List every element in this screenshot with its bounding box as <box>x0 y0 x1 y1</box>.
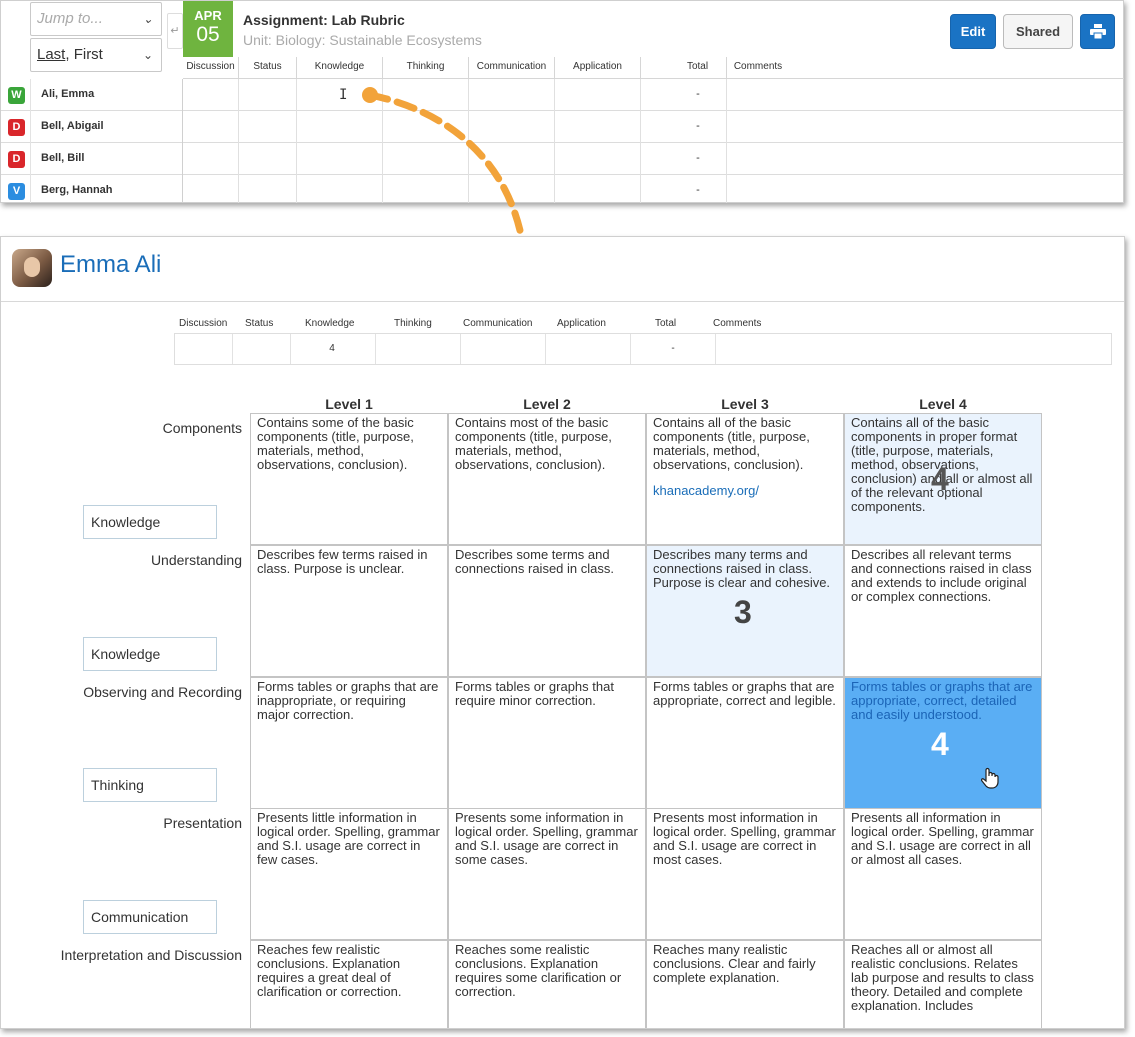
column-header: Thinking <box>394 318 432 329</box>
rubric-cell[interactable]: Describes all relevant terms and connect… <box>844 545 1042 677</box>
student-name[interactable]: Berg, Hannah <box>41 184 113 196</box>
column-header: Communication <box>463 318 533 329</box>
rubric-cell[interactable]: Reaches many realistic conclusions. Clea… <box>646 940 844 1028</box>
rubric-cell[interactable]: Reaches some realistic conclusions. Expl… <box>448 940 646 1028</box>
rubric-cell[interactable]: Reaches few realistic conclusions. Expla… <box>250 940 448 1028</box>
column-header[interactable]: Communication <box>469 57 555 79</box>
category-select[interactable]: Thinking <box>83 768 217 802</box>
score-overlay: 3 <box>734 594 752 630</box>
shared-button[interactable]: Shared <box>1003 14 1073 49</box>
column-header: Status <box>245 318 274 329</box>
level-header: Level 2 <box>523 396 571 412</box>
status-badge: D <box>8 119 25 136</box>
student-row[interactable]: D Bell, Bill - <box>1 143 1123 175</box>
column-header[interactable]: Total <box>669 57 727 79</box>
student-row[interactable]: W Ali, Emma - <box>1 79 1123 111</box>
status-badge: W <box>8 87 25 104</box>
enter-icon[interactable]: ↵ <box>167 13 183 49</box>
student-name[interactable]: Bell, Abigail <box>41 120 104 132</box>
column-header[interactable]: Status <box>239 57 297 79</box>
score-overlay: 4 <box>931 461 949 497</box>
sort-label-last: Last <box>37 46 66 63</box>
date-month: APR <box>194 8 222 23</box>
category-select[interactable]: Knowledge <box>83 505 217 539</box>
sort-label-first: , First <box>65 46 103 63</box>
score-overlay: 4 <box>931 726 949 762</box>
date-day: 05 <box>196 23 220 46</box>
student-name-heading: Emma Ali <box>60 251 162 278</box>
student-name-cell[interactable]: W Ali, Emma <box>1 79 183 111</box>
rubric-cell[interactable]: Forms tables or graphs that are appropri… <box>646 677 844 809</box>
total-cell: - <box>696 88 700 100</box>
student-name-cell[interactable]: V Berg, Hannah <box>1 175 183 203</box>
assignment-title: Assignment: Lab Rubric <box>243 12 405 28</box>
gradebook-column-header: Discussion Status Knowledge Thinking Com… <box>183 57 1124 79</box>
rubric-cell[interactable]: Contains most of the basic components (t… <box>448 413 646 545</box>
total-grade: - <box>671 343 675 354</box>
rubric-cell[interactable]: Contains some of the basic components (t… <box>250 413 448 545</box>
column-header[interactable]: Comments <box>729 57 787 79</box>
print-icon <box>1089 24 1106 40</box>
total-cell: - <box>696 184 700 196</box>
student-name[interactable]: Ali, Emma <box>41 88 94 100</box>
knowledge-grade[interactable]: 4 <box>290 343 374 354</box>
criterion-label: Presentation <box>163 815 242 831</box>
rubric-cell[interactable]: Describes some terms and connections rai… <box>448 545 646 677</box>
rubric-cell[interactable]: Contains all of the basic components (ti… <box>646 413 844 545</box>
text-cursor-icon: I <box>339 87 348 103</box>
student-name[interactable]: Bell, Bill <box>41 152 84 164</box>
category-select[interactable]: Knowledge <box>83 637 217 671</box>
category-select[interactable]: Communication <box>83 900 217 934</box>
status-badge: V <box>8 183 25 200</box>
gradebook-panel: Jump to... ⌄ Last, First ⌄ ↵ APR 05 Assi… <box>0 0 1124 203</box>
divider <box>1 301 1124 302</box>
criterion-label: Components <box>162 420 242 436</box>
column-header: Total <box>655 318 677 329</box>
column-header[interactable]: Knowledge <box>297 57 383 79</box>
assignment-unit: Unit: Biology: Sustainable Ecosystems <box>243 32 482 48</box>
column-header: Discussion <box>179 318 228 329</box>
column-header[interactable]: Thinking <box>383 57 469 79</box>
column-header: Application <box>557 318 606 329</box>
sort-order-select[interactable]: Last, First ⌄ <box>30 38 162 72</box>
rubric-cell[interactable]: Presents some information in logical ord… <box>448 808 646 940</box>
edit-button[interactable]: Edit <box>950 14 996 49</box>
student-row[interactable]: V Berg, Hannah - <box>1 175 1123 203</box>
status-badge: D <box>8 151 25 168</box>
column-header[interactable]: Application <box>555 57 641 79</box>
avatar <box>12 249 52 287</box>
total-cell: - <box>696 152 700 164</box>
rubric-cell[interactable]: Forms tables or graphs that require mino… <box>448 677 646 809</box>
rubric-cell[interactable]: Presents little information in logical o… <box>250 808 448 940</box>
jump-to-select[interactable]: Jump to... ⌄ <box>30 2 162 36</box>
criterion-label: Observing and Recording <box>83 684 242 700</box>
print-button[interactable] <box>1080 14 1115 49</box>
column-header: Knowledge <box>305 318 355 329</box>
rubric-cell[interactable]: Presents most information in logical ord… <box>646 808 844 940</box>
rubric-cell[interactable]: Presents all information in logical orde… <box>844 808 1042 940</box>
level-header: Level 3 <box>721 396 769 412</box>
level-header: Level 1 <box>325 396 373 412</box>
rubric-cell-text: Contains all of the basic components (ti… <box>653 415 810 472</box>
student-name-cell[interactable]: D Bell, Bill <box>1 143 183 175</box>
date-badge: APR 05 <box>183 1 233 57</box>
chevron-down-icon: ⌄ <box>142 48 153 62</box>
level-header: Level 4 <box>919 396 967 412</box>
column-header[interactable]: Discussion <box>183 57 239 79</box>
student-name-cell[interactable]: D Bell, Abigail <box>1 111 183 143</box>
criterion-label: Understanding <box>150 552 242 568</box>
column-header: Comments <box>713 318 762 329</box>
resource-link[interactable]: khanacademy.org/ <box>653 484 837 498</box>
total-cell: - <box>696 120 700 132</box>
rubric-cell[interactable]: Describes few terms raised in class. Pur… <box>250 545 448 677</box>
jump-to-placeholder: Jump to... <box>37 10 103 27</box>
chevron-down-icon: ⌄ <box>142 12 153 26</box>
criterion-label: Interpretation and Discussion <box>60 947 242 963</box>
pointer-hand-icon <box>981 767 999 789</box>
student-row[interactable]: D Bell, Abigail - <box>1 111 1123 143</box>
rubric-cell[interactable]: Forms tables or graphs that are inapprop… <box>250 677 448 809</box>
student-detail-panel: Emma Ali Discussion Status Knowledge Thi… <box>0 236 1125 1029</box>
rubric-cell[interactable]: Reaches all or almost all realistic conc… <box>844 940 1042 1028</box>
